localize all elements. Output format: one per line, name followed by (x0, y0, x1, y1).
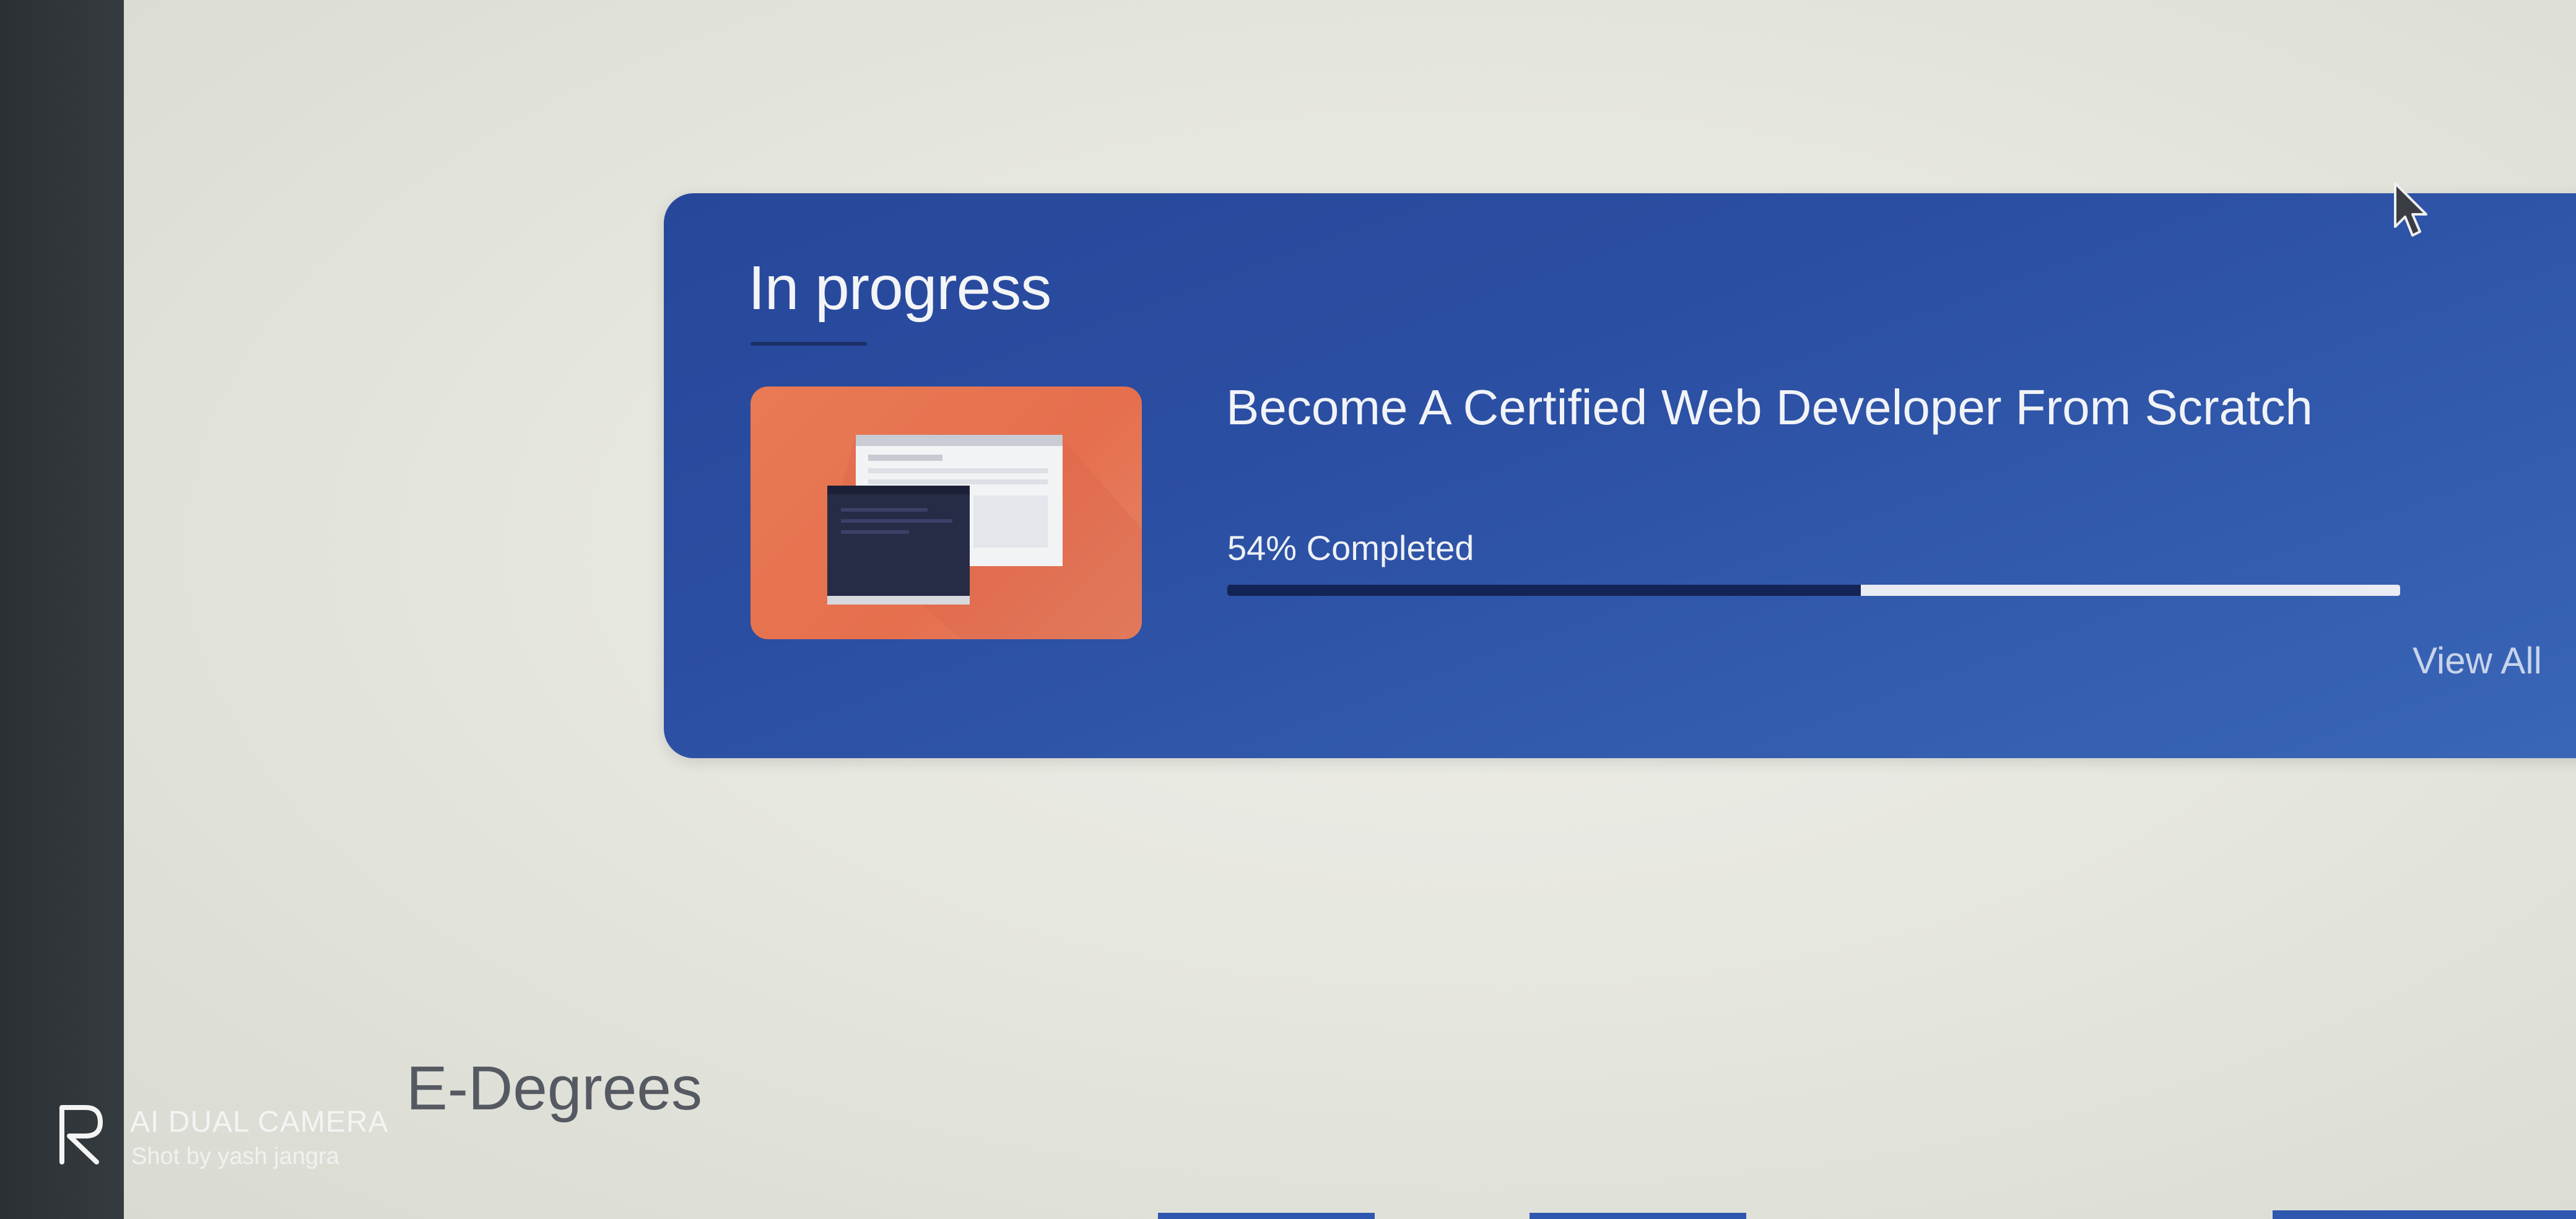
view-all-link[interactable]: View All (2413, 639, 2542, 682)
watermark-line-1: AI DUAL CAMERA (130, 1106, 389, 1138)
camera-brand-logo-icon (59, 1105, 103, 1164)
monitor-bezel (0, 0, 124, 1219)
bottom-tab-1[interactable] (1158, 1213, 1375, 1219)
progress-bar (1227, 585, 2400, 596)
e-degrees-heading: E-Degrees (406, 1054, 702, 1123)
watermark-line-2: Shot by yash jangra (131, 1143, 339, 1169)
bottom-tab-3[interactable] (2273, 1210, 2576, 1219)
bottom-tab-2[interactable] (1530, 1213, 1746, 1219)
mouse-pointer-icon (2394, 182, 2427, 237)
card-title: In progress (748, 253, 1051, 323)
title-underline (751, 342, 867, 346)
browser-window-icon (827, 435, 1142, 639)
screen: In progress Become A Certified Web Devel… (124, 0, 2576, 1219)
progress-bar-fill (1227, 585, 1861, 596)
course-title[interactable]: Become A Certified Web Developer From Sc… (1226, 379, 2313, 436)
in-progress-card: In progress Become A Certified Web Devel… (664, 193, 2576, 758)
progress-label: 54% Completed (1227, 528, 1474, 567)
course-thumbnail[interactable] (751, 387, 1142, 639)
